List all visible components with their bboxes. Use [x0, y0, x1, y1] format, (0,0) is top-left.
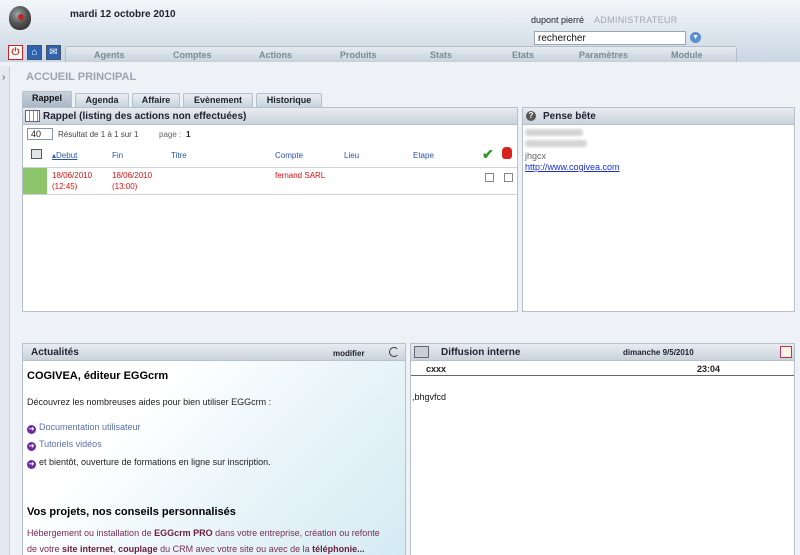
- pense-bete-panel: ? Pense bête jhgcx http://www.cogivea.co…: [522, 107, 795, 312]
- cell-compte[interactable]: fernand SARL: [275, 170, 325, 182]
- page-label: page :: [159, 130, 182, 139]
- rappel-title: Rappel (listing des actions non effectué…: [43, 111, 247, 122]
- search-input[interactable]: [534, 31, 686, 45]
- tab-evenement[interactable]: Evènement: [183, 93, 253, 107]
- col-titre[interactable]: Titre: [171, 151, 187, 160]
- nav-stats[interactable]: Stats: [430, 50, 452, 60]
- col-compte[interactable]: Compte: [275, 151, 303, 160]
- tab-agenda[interactable]: Agenda: [75, 93, 129, 107]
- cell-debut-time: (12:45): [52, 182, 78, 191]
- arrow-right-icon: ➜: [27, 425, 36, 434]
- pense-bete-title: Pense bête: [543, 111, 596, 122]
- nav-agents[interactable]: Agents: [94, 50, 125, 60]
- tab-historique[interactable]: Historique: [256, 93, 322, 107]
- col-debut[interactable]: ▴Debut: [52, 151, 77, 160]
- text-fragment: de votre: [27, 544, 63, 554]
- calendar-icon[interactable]: [780, 346, 792, 358]
- text-fragment-bold: téléphonie...: [312, 544, 365, 554]
- col-debut-label: Debut: [56, 151, 78, 160]
- nav-produits[interactable]: Produits: [340, 50, 377, 60]
- rappel-panel: Rappel (listing des actions non effectué…: [22, 107, 518, 312]
- link-tutoriels[interactable]: ➜ Tutoriels vidéos: [27, 439, 102, 451]
- message-time: 23:04: [697, 364, 721, 374]
- power-icon[interactable]: ⏻: [8, 45, 23, 60]
- message-body: ,bhgvfcd: [412, 392, 447, 402]
- rows-per-page-input[interactable]: 40: [27, 128, 53, 140]
- tab-rappel[interactable]: Rappel: [22, 91, 72, 107]
- current-date: mardi 12 octobre 2010: [70, 9, 176, 20]
- actualites-panel: Actualités modifier COGIVEA, éditeur EGG…: [22, 343, 406, 555]
- refresh-icon[interactable]: [389, 347, 399, 357]
- note-link[interactable]: http://www.cogivea.com: [525, 162, 620, 172]
- link-documentation[interactable]: ➜ Documentation utilisateur: [27, 422, 141, 434]
- blurred-text: [525, 140, 587, 147]
- stop-hand-icon[interactable]: [502, 147, 512, 159]
- col-lieu[interactable]: Lieu: [344, 151, 359, 160]
- rappel-header: Rappel (listing des actions non effectué…: [23, 108, 517, 125]
- check-icon[interactable]: ✔: [482, 146, 494, 163]
- page-number[interactable]: 1: [186, 130, 190, 139]
- nav-actions[interactable]: Actions: [259, 50, 292, 60]
- pense-bete-header: ? Pense bête: [523, 108, 794, 125]
- user-name[interactable]: dupont pierré: [531, 15, 584, 25]
- done-checkbox[interactable]: [485, 173, 494, 182]
- text-fragment-bold: EGGcrm PRO: [154, 528, 213, 538]
- message-row[interactable]: cxxx 23:04: [411, 362, 794, 376]
- cell-fin-time: (13:00): [112, 182, 138, 191]
- diffusion-title: Diffusion interne: [441, 347, 521, 358]
- text-fragment-bold: site internet: [62, 544, 114, 554]
- modifier-link[interactable]: modifier: [333, 349, 365, 358]
- table-row[interactable]: 18/06/2010 (12:45) 18/06/2010 (13:00) fe…: [23, 167, 517, 195]
- news-heading-2: Vos projets, nos conseils personnalisés: [27, 506, 236, 518]
- text-fragment: du CRM avec votre site ou avec de la: [157, 544, 313, 554]
- main-nav: Agents Comptes Actions Produits Stats Et…: [65, 46, 737, 62]
- link-tutoriels-label: Tutoriels vidéos: [39, 439, 102, 449]
- note-text: jhgcx: [525, 151, 547, 161]
- col-fin[interactable]: Fin: [112, 151, 123, 160]
- news-heading: COGIVEA, éditeur EGGcrm: [27, 370, 169, 382]
- diffusion-header: Diffusion interne: [411, 344, 794, 361]
- nav-etats[interactable]: Etats: [512, 50, 534, 60]
- grid-icon: [25, 110, 40, 122]
- sidebar-toggle-handle[interactable]: [0, 66, 10, 555]
- news-extra-label: et bientôt, ouverture de formations en l…: [39, 457, 271, 467]
- user-role: ADMINISTRATEUR: [594, 15, 678, 25]
- text-fragment: Hébergement ou installation de: [27, 528, 155, 538]
- nav-module[interactable]: Module: [671, 50, 703, 60]
- tab-affaire[interactable]: Affaire: [132, 93, 180, 107]
- result-count: Résultat de 1 à 1 sur 1: [58, 130, 139, 139]
- row-status-marker: [23, 168, 47, 194]
- cancel-checkbox[interactable]: [504, 173, 513, 182]
- col-etape[interactable]: Etape: [413, 151, 434, 160]
- page-title: ACCUEIL PRINCIPAL: [26, 71, 137, 83]
- arrow-right-icon: ➜: [27, 442, 36, 451]
- message-board-icon: [414, 346, 429, 358]
- text-fragment: dans votre entreprise, création ou refon…: [212, 528, 380, 538]
- news-intro: Découvrez les nombreuses aides pour bien…: [27, 397, 272, 407]
- search-go-icon[interactable]: ▼: [690, 32, 701, 43]
- app-logo: [9, 6, 31, 30]
- text-fragment-bold: couplage: [118, 544, 158, 554]
- news-extra: ➜ et bientôt, ouverture de formations en …: [27, 457, 271, 469]
- mail-icon[interactable]: ✉: [46, 45, 61, 60]
- calendar-icon: [31, 149, 42, 159]
- message-sender: cxxx: [426, 364, 447, 374]
- blurred-text: [525, 129, 583, 136]
- nav-parametres[interactable]: Paramètres: [579, 50, 628, 60]
- diffusion-panel: Diffusion interne dimanche 9/5/2010 cxxx…: [410, 343, 795, 555]
- nav-comptes[interactable]: Comptes: [173, 50, 212, 60]
- link-documentation-label: Documentation utilisateur: [39, 422, 141, 432]
- help-icon[interactable]: ?: [526, 111, 536, 121]
- actualites-title: Actualités: [31, 347, 79, 358]
- arrow-right-icon: ➜: [27, 460, 36, 469]
- diffusion-date: dimanche 9/5/2010: [623, 348, 694, 357]
- home-icon[interactable]: ⌂: [27, 45, 42, 60]
- news-paragraph: Hébergement ou installation de EGGcrm PR…: [27, 525, 407, 555]
